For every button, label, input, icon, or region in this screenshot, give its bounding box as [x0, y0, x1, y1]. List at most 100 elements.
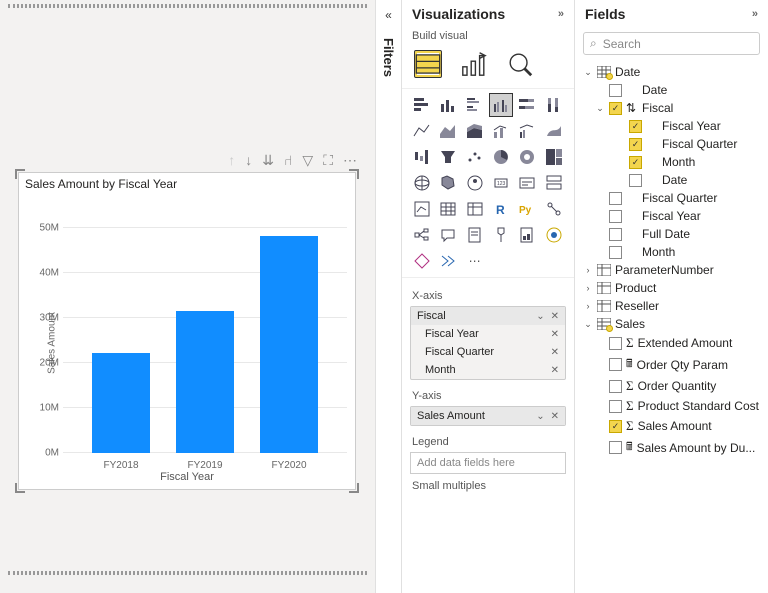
remove-icon[interactable]: ✕ [551, 347, 559, 358]
field-sales-amount-by-du[interactable]: 🖩Sales Amount by Du... [579, 436, 764, 459]
viz-line[interactable] [410, 119, 434, 143]
field-order-quantity[interactable]: ΣOrder Quantity [579, 376, 764, 396]
viz-goals[interactable] [489, 223, 513, 247]
field-fiscal-quarter[interactable]: Fiscal Quarter [579, 135, 764, 153]
collapse-viz-icon[interactable]: » [558, 8, 564, 20]
viz-table[interactable] [436, 197, 460, 221]
field-fiscal-date[interactable]: Date [579, 171, 764, 189]
viz-area[interactable] [436, 119, 460, 143]
viz-waterfall[interactable] [410, 145, 434, 169]
viz-line-stacked-column[interactable] [489, 119, 513, 143]
viz-filled-map[interactable] [436, 171, 460, 195]
chevron-down-icon[interactable]: ⌄ [536, 411, 544, 422]
viz-funnel[interactable] [436, 145, 460, 169]
viz-power-automate[interactable] [436, 249, 460, 273]
bar-fy2018[interactable] [92, 353, 150, 453]
viz-clustered-column[interactable] [489, 93, 513, 117]
field-order-qty-param[interactable]: 🖩Order Qty Param [579, 353, 764, 376]
field-full-date[interactable]: Full Date [579, 225, 764, 243]
field-fiscal-year[interactable]: Fiscal Year [579, 117, 764, 135]
field-fiscal-quarter-flat[interactable]: Fiscal Quarter [579, 189, 764, 207]
viz-paginated[interactable] [515, 223, 539, 247]
viz-key-influencers[interactable] [542, 197, 566, 221]
viz-python[interactable]: Py [515, 197, 539, 221]
viz-power-apps[interactable] [410, 249, 434, 273]
filters-pane-collapsed[interactable]: « Filters [376, 0, 402, 593]
focus-mode-icon[interactable]: ⛶ [323, 152, 333, 169]
drill-next-icon[interactable]: ⇊ [262, 152, 274, 169]
small-multiples-label: Small multiples [410, 474, 566, 496]
resize-handle-tl[interactable] [15, 169, 25, 179]
viz-more[interactable]: ⋯ [463, 249, 487, 273]
expand-icon[interactable]: ⑁ [284, 152, 292, 169]
field-date-date[interactable]: Date [579, 81, 764, 99]
report-canvas[interactable]: ↑ ↓ ⇊ ⑁ ▽ ⛶ ⋯ Sales Amount by Fiscal Yea… [0, 0, 376, 593]
field-product-standard-cost[interactable]: ΣProduct Standard Cost [579, 396, 764, 416]
field-extended-amount[interactable]: ΣExtended Amount [579, 333, 764, 353]
y-axis-well[interactable]: Sales Amount ⌄✕ [410, 406, 566, 426]
viz-100-column[interactable] [542, 93, 566, 117]
filters-label: Filters [381, 30, 396, 77]
viz-multi-row-card[interactable] [542, 171, 566, 195]
format-visual-tab[interactable] [460, 50, 488, 78]
x-axis-well[interactable]: Fiscal ⌄✕ Fiscal Year✕ Fiscal Quarter✕ M… [410, 306, 566, 380]
remove-icon[interactable]: ✕ [551, 311, 559, 322]
table-date[interactable]: ⌄Date [579, 63, 764, 81]
bar-fy2020[interactable] [260, 236, 318, 453]
viz-treemap[interactable] [542, 145, 566, 169]
legend-well-label: Legend [410, 430, 566, 452]
viz-card[interactable] [515, 171, 539, 195]
viz-stacked-bar[interactable] [410, 93, 434, 117]
plot-area: 0M 10M 20M 30M 40M 50M FY2018 FY2019 FY2… [63, 205, 347, 453]
bar-fy2019[interactable] [176, 311, 234, 453]
viz-stacked-column[interactable] [436, 93, 460, 117]
viz-narrative[interactable] [463, 223, 487, 247]
analytics-tab[interactable] [506, 50, 534, 78]
table-parameternumber[interactable]: ›ParameterNumber [579, 261, 764, 279]
viz-scatter[interactable] [463, 145, 487, 169]
viz-qa[interactable] [436, 223, 460, 247]
viz-donut[interactable] [515, 145, 539, 169]
viz-decomposition[interactable] [410, 223, 434, 247]
x-axis-label: Fiscal Year [19, 471, 355, 483]
build-visual-tab[interactable] [414, 50, 442, 78]
drill-up-icon[interactable]: ↑ [228, 152, 235, 169]
field-fiscal-year-flat[interactable]: Fiscal Year [579, 207, 764, 225]
expand-filters-icon[interactable]: « [385, 0, 392, 30]
chart-visual[interactable]: Sales Amount by Fiscal Year Sales Amount… [18, 172, 356, 490]
collapse-fields-icon[interactable]: » [752, 8, 758, 20]
field-month[interactable]: Month [579, 243, 764, 261]
field-fiscal-month[interactable]: Month [579, 153, 764, 171]
search-icon: ⌕ [590, 36, 597, 51]
table-reseller[interactable]: ›Reseller [579, 297, 764, 315]
search-input[interactable]: ⌕ Search [583, 32, 760, 55]
remove-icon[interactable]: ✕ [551, 365, 559, 376]
chevron-down-icon[interactable]: ⌄ [536, 311, 544, 322]
page-boundary-top [8, 4, 367, 8]
viz-kpi[interactable] [410, 197, 434, 221]
remove-icon[interactable]: ✕ [551, 329, 559, 340]
table-product[interactable]: ›Product [579, 279, 764, 297]
viz-line-clustered-column[interactable] [515, 119, 539, 143]
filter-icon[interactable]: ▽ [302, 152, 313, 169]
field-sales-amount[interactable]: ΣSales Amount [579, 416, 764, 436]
drill-down-icon[interactable]: ↓ [245, 152, 252, 169]
viz-matrix[interactable] [463, 197, 487, 221]
viz-pie[interactable] [489, 145, 513, 169]
chart-title: Sales Amount by Fiscal Year [19, 173, 355, 195]
viz-clustered-bar[interactable] [463, 93, 487, 117]
viz-gauge[interactable]: 123 [489, 171, 513, 195]
hierarchy-fiscal[interactable]: ⌄⇅Fiscal [579, 99, 764, 117]
table-sales[interactable]: ⌄Sales [579, 315, 764, 333]
remove-icon[interactable]: ✕ [551, 411, 559, 422]
viz-arc-gis[interactable] [542, 223, 566, 247]
viz-stacked-area[interactable] [463, 119, 487, 143]
viz-r[interactable]: R [489, 197, 513, 221]
more-options-icon[interactable]: ⋯ [343, 152, 357, 169]
viz-ribbon[interactable] [542, 119, 566, 143]
viz-map[interactable] [410, 171, 434, 195]
viz-100-bar[interactable] [515, 93, 539, 117]
viz-azure-map[interactable] [463, 171, 487, 195]
legend-well[interactable]: Add data fields here [410, 452, 566, 474]
resize-handle-tr[interactable] [349, 169, 359, 179]
